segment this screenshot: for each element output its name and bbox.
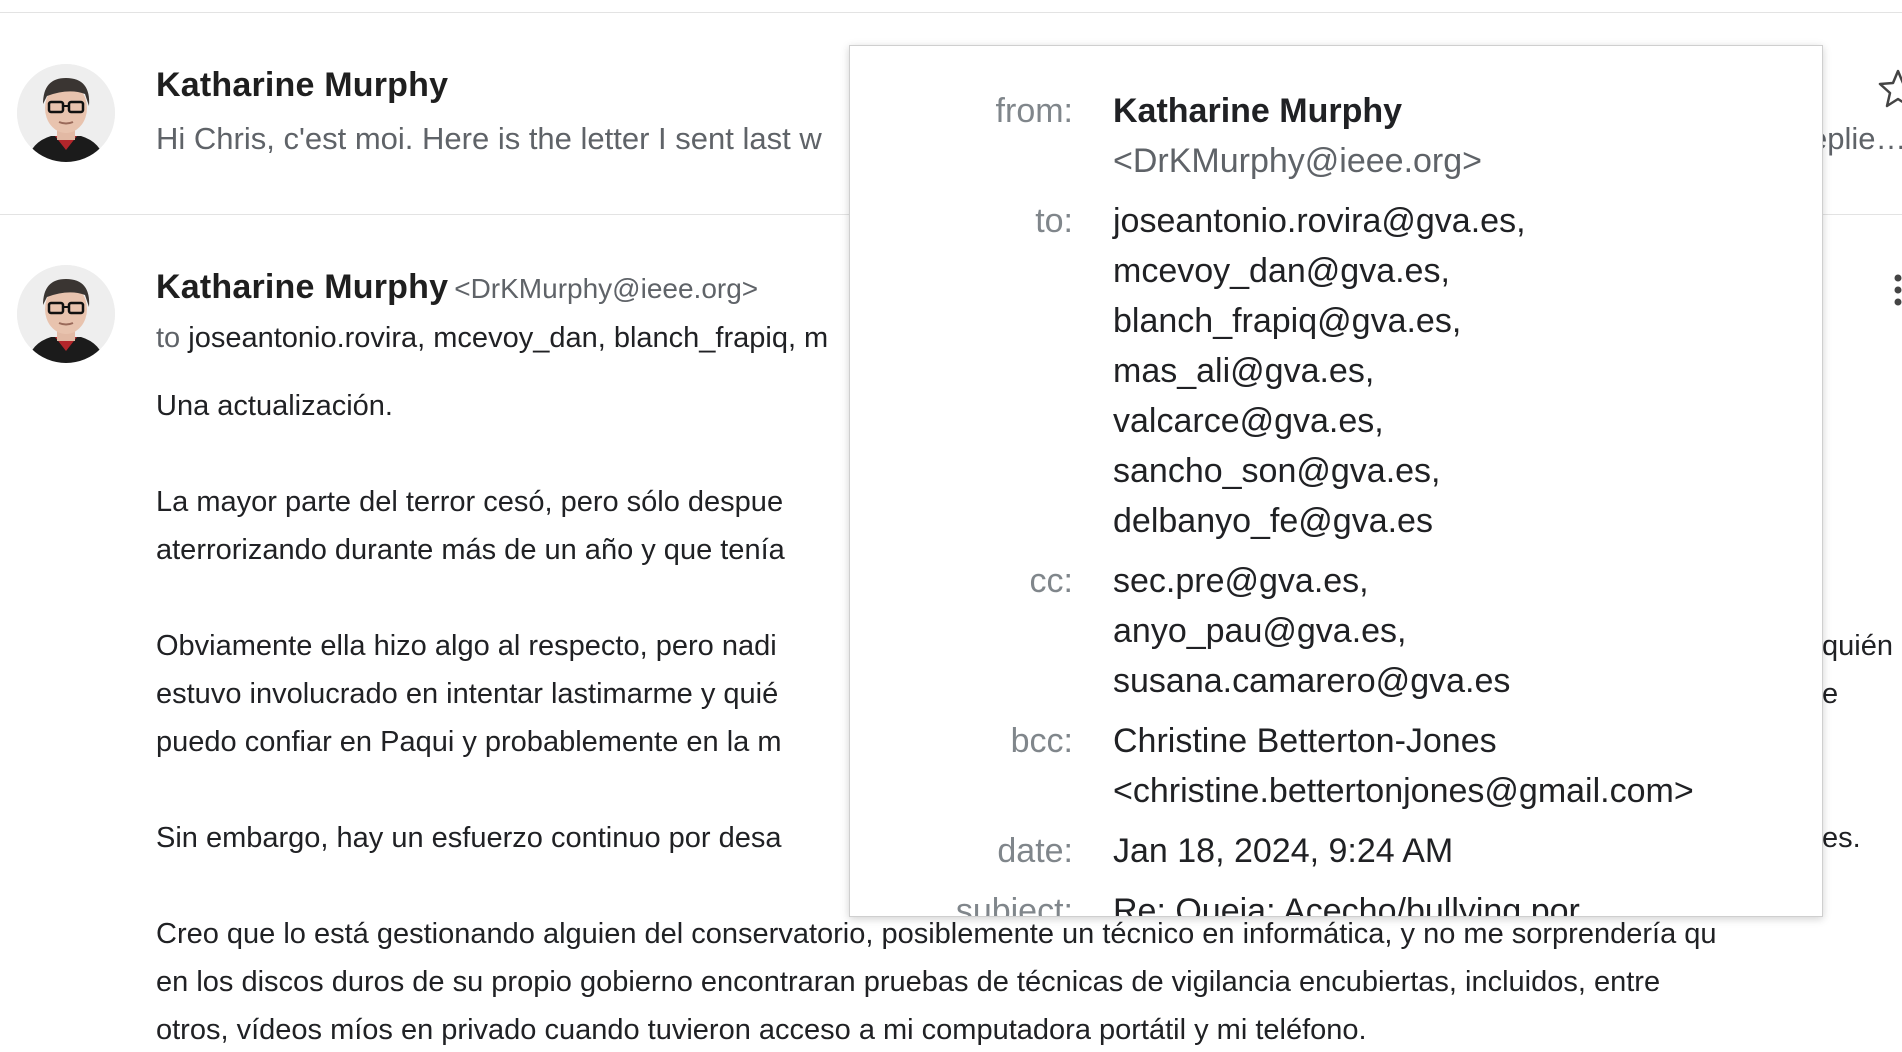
- avatar[interactable]: [17, 64, 115, 162]
- to-address[interactable]: mas_ali@gva.es,: [1113, 346, 1822, 396]
- body-line: Creo que lo está gestionando alguien del…: [156, 918, 1717, 950]
- to-address[interactable]: joseantonio.rovira@gva.es,: [1113, 196, 1822, 246]
- body-line: puedo confiar en Paqui y probablemente e…: [156, 726, 782, 758]
- message-recipients[interactable]: to joseantonio.rovira, mcevoy_dan, blanc…: [156, 322, 856, 355]
- subject-value: Re: Queja: Acecho/bullying por: [1113, 892, 1580, 917]
- message-sender-email[interactable]: <DrKMurphy@ieee.org>: [454, 273, 758, 304]
- from-name[interactable]: Katharine Murphy: [1113, 86, 1822, 136]
- body-line: aterrorizando durante más de un año y qu…: [156, 534, 785, 566]
- star-icon[interactable]: [1878, 68, 1902, 108]
- body-line-tail: es.: [1822, 822, 1861, 854]
- details-table: from: Katharine Murphy <DrKMurphy@ieee.o…: [850, 86, 1822, 917]
- body-line: estuvo involucrado en intentar lastimarm…: [156, 678, 779, 710]
- to-address[interactable]: delbanyo_fe@gva.es: [1113, 496, 1822, 546]
- message-details-popup: from: Katharine Murphy <DrKMurphy@ieee.o…: [849, 45, 1823, 917]
- body-line: Obviamente ella hizo algo al respecto, p…: [156, 630, 777, 662]
- body-line: Sin embargo, hay un esfuerzo continuo po…: [156, 822, 782, 854]
- recipient-names[interactable]: joseantonio.rovira, mcevoy_dan, blanch_f…: [188, 322, 828, 354]
- divider: [0, 12, 1902, 13]
- to-address[interactable]: sancho_son@gva.es,: [1113, 446, 1822, 496]
- to-address[interactable]: blanch_frapiq@gva.es,: [1113, 296, 1822, 346]
- bcc-name[interactable]: Christine Betterton-Jones: [1113, 716, 1822, 766]
- avatar[interactable]: [17, 265, 115, 363]
- message-sender-name[interactable]: Katharine Murphy: [156, 268, 448, 306]
- body-line: La mayor parte del terror cesó, pero sól…: [156, 486, 784, 518]
- bcc-email[interactable]: <christine.bettertonjones@gmail.com>: [1113, 766, 1822, 816]
- label-date: date:: [997, 832, 1073, 870]
- cc-address[interactable]: susana.camarero@gva.es: [1113, 656, 1822, 706]
- details-row-cc: cc: sec.pre@gva.es, anyo_pau@gva.es, sus…: [850, 546, 1822, 706]
- body-line: otros, vídeos míos en privado cuando tuv…: [156, 1014, 1367, 1046]
- to-label: to: [156, 322, 181, 354]
- details-row-bcc: bcc: Christine Betterton-Jones <christin…: [850, 706, 1822, 816]
- collapsed-message-sender[interactable]: Katharine Murphy: [156, 66, 448, 105]
- collapsed-message-snippet-tail[interactable]: eplie…: [1810, 121, 1902, 157]
- details-row-date: date: Jan 18, 2024, 9:24 AM: [850, 816, 1822, 876]
- body-line: Una actualización.: [156, 390, 393, 422]
- more-vert-icon[interactable]: [1888, 272, 1902, 312]
- details-row-from: from: Katharine Murphy <DrKMurphy@ieee.o…: [850, 86, 1822, 186]
- label-cc: cc:: [1029, 562, 1073, 600]
- from-email[interactable]: <DrKMurphy@ieee.org>: [1113, 136, 1822, 186]
- label-subject: subject:: [955, 892, 1073, 917]
- cc-address[interactable]: anyo_pau@gva.es,: [1113, 606, 1822, 656]
- label-from: from:: [995, 92, 1073, 130]
- date-value: Jan 18, 2024, 9:24 AM: [1113, 832, 1454, 870]
- to-address[interactable]: mcevoy_dan@gva.es,: [1113, 246, 1822, 296]
- body-line-tail: e: [1822, 678, 1839, 710]
- details-row-to: to: joseantonio.rovira@gva.es, mcevoy_da…: [850, 186, 1822, 546]
- message-sender[interactable]: Katharine Murphy <DrKMurphy@ieee.org>: [156, 268, 758, 307]
- cc-address[interactable]: sec.pre@gva.es,: [1113, 556, 1822, 606]
- label-to: to:: [1035, 202, 1073, 240]
- body-line: en los discos duros de su propio gobiern…: [156, 966, 1661, 998]
- body-line-tail: quién: [1822, 630, 1893, 662]
- details-row-subject: subject: Re: Queja: Acecho/bullying por: [850, 876, 1822, 917]
- label-bcc: bcc:: [1010, 722, 1073, 760]
- to-address[interactable]: valcarce@gva.es,: [1113, 396, 1822, 446]
- email-thread-view: Katharine Murphy Hi Chris, c'est moi. He…: [0, 0, 1902, 1052]
